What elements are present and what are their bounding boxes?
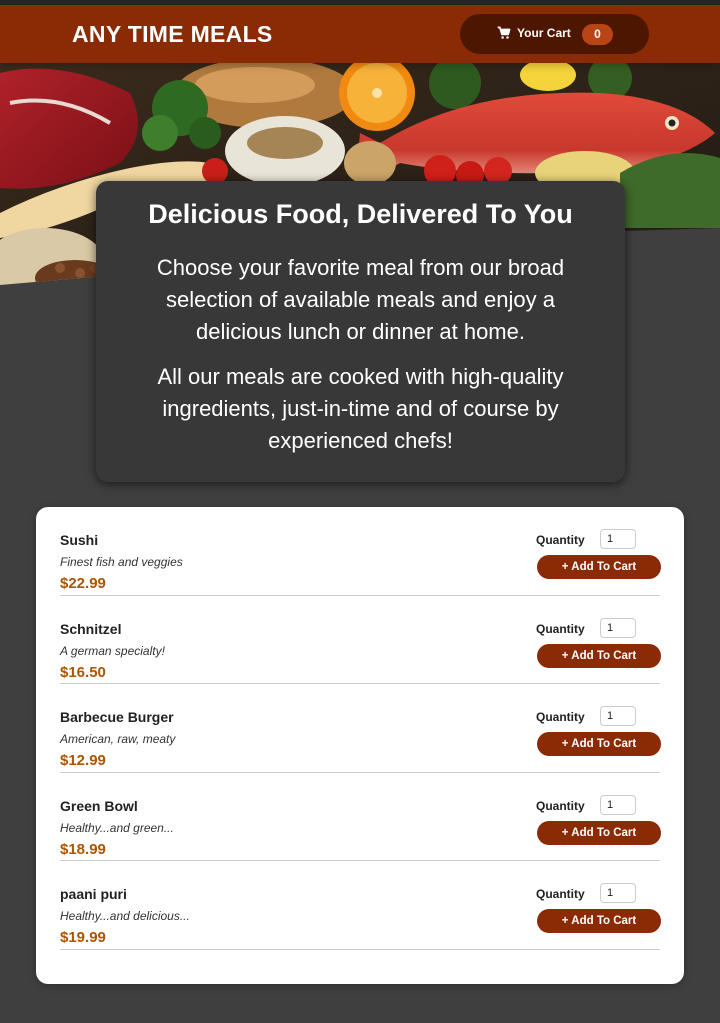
add-to-cart-button[interactable]: + Add To Cart	[537, 643, 661, 668]
quantity-input[interactable]	[600, 706, 636, 726]
cart-button[interactable]: Your Cart 0	[460, 14, 649, 54]
meal-description: American, raw, meaty	[60, 732, 176, 746]
quantity-input[interactable]	[600, 883, 636, 903]
meal-price: $12.99	[60, 752, 106, 769]
meal-name: paani puri	[60, 886, 127, 902]
cart-count-badge: 0	[582, 24, 613, 45]
summary-paragraph-1: Choose your favorite meal from our broad…	[156, 255, 565, 344]
app-title: ANY TIME MEALS	[72, 21, 273, 47]
summary-heading: Delicious Food, Delivered To You	[148, 199, 573, 229]
meal-price: $22.99	[60, 575, 106, 592]
meal-item: Green Bowl Healthy...and green... $18.99…	[60, 773, 661, 861]
quantity-input[interactable]	[600, 529, 636, 549]
meals-list: Sushi Finest fish and veggies $22.99 Qua…	[36, 507, 684, 984]
meal-item: Barbecue Burger American, raw, meaty $12…	[60, 684, 661, 773]
meal-description: Healthy...and green...	[60, 820, 174, 835]
quantity-label: Quantity	[536, 710, 585, 724]
quantity-input[interactable]	[600, 794, 636, 815]
shopping-cart-icon	[497, 26, 511, 39]
meal-price: $19.99	[60, 929, 106, 946]
quantity-label: Quantity	[536, 798, 585, 813]
app-header: ANY TIME MEALS Your Cart 0	[0, 5, 720, 63]
meal-item: Sushi Finest fish and veggies $22.99 Qua…	[60, 507, 661, 596]
cart-label: Your Cart	[517, 26, 571, 40]
meal-description: Healthy...and delicious...	[60, 909, 190, 923]
meal-name: Schnitzel	[60, 620, 122, 637]
meal-name: Green Bowl	[60, 797, 138, 814]
add-to-cart-button[interactable]: + Add To Cart	[537, 732, 661, 756]
summary-panel: Delicious Food, Delivered To You Choose …	[96, 181, 625, 482]
meal-description: A german specialty!	[60, 643, 165, 658]
meal-price: $18.99	[60, 840, 106, 858]
meal-price: $16.50	[60, 663, 106, 681]
quantity-label: Quantity	[536, 533, 585, 547]
meal-name: Sushi	[60, 532, 99, 548]
add-to-cart-button[interactable]: + Add To Cart	[537, 555, 661, 579]
quantity-label: Quantity	[536, 887, 585, 901]
summary-paragraph-2: All our meals are cooked with high-quali…	[157, 364, 564, 453]
quantity-input[interactable]	[600, 617, 636, 638]
meal-description: Finest fish and veggies	[60, 555, 183, 569]
quantity-label: Quantity	[536, 621, 585, 636]
add-to-cart-button[interactable]: + Add To Cart	[537, 909, 661, 933]
meal-item: paani puri Healthy...and delicious... $1…	[60, 861, 661, 950]
meal-item: Schnitzel A german specialty! $16.50 Qua…	[60, 596, 661, 684]
meal-name: Barbecue Burger	[60, 709, 174, 725]
add-to-cart-button[interactable]: + Add To Cart	[537, 820, 661, 845]
